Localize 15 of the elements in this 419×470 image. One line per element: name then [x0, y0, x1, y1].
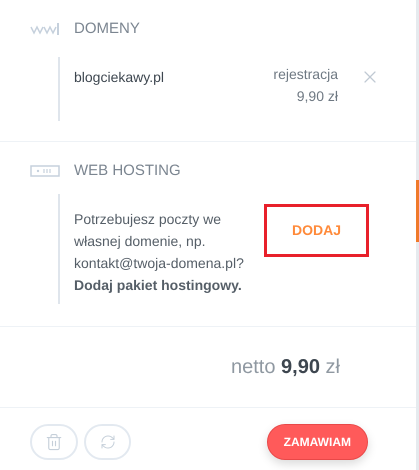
add-button[interactable]: DODAJ — [264, 204, 369, 257]
section-title: DOMENY — [74, 19, 140, 39]
domain-price: 9,90 zł — [296, 86, 338, 106]
net-total: netto 9,90 zł — [231, 355, 340, 380]
domain-name: blogciekawy.pl — [74, 68, 166, 87]
order-button[interactable]: ZAMAWIAM — [266, 424, 368, 460]
hosting-message: Potrzebujesz poczty we własnej domenie, np. kontakt@twoja-domena.pl? Dodaj pakiet hostingowy. — [74, 210, 245, 295]
refresh-button[interactable] — [84, 424, 131, 460]
server-icon — [30, 164, 60, 178]
section-title: WEB HOSTING — [74, 160, 181, 180]
registration-label: rejestracja — [273, 64, 338, 84]
refresh-icon — [100, 434, 116, 450]
delete-button[interactable] — [30, 424, 78, 460]
trash-icon — [45, 433, 63, 451]
www-icon — [30, 22, 60, 36]
